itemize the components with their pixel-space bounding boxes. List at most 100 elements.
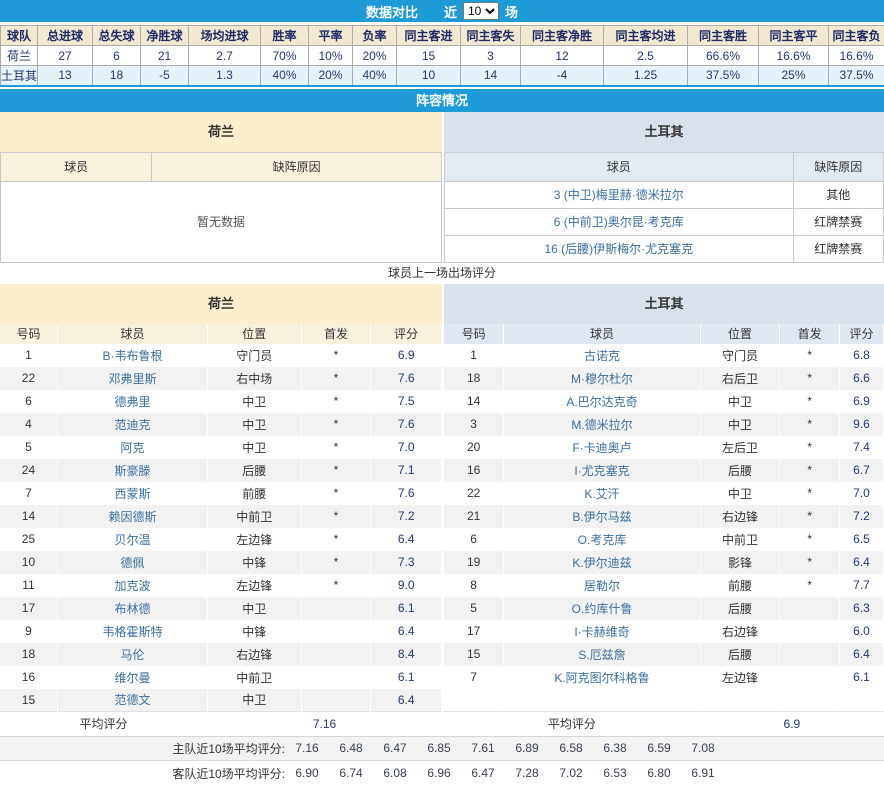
player-position: 右后卫 <box>700 367 780 390</box>
player-position: 中卫 <box>700 482 780 505</box>
player-rating-row: 6 德弗里 中卫 * 7.5 <box>0 390 442 413</box>
stats-column-header: 胜率 <box>261 26 309 46</box>
player-name[interactable]: K.伊尔迪兹 <box>504 551 700 574</box>
player-name[interactable]: 居勒尔 <box>504 574 700 597</box>
player-rating-row: 9 韦格霍斯特 中锋 6.4 <box>0 620 442 643</box>
absent-player-row: 6 (中前卫)奥尔昆·考克库 红牌禁赛 <box>445 208 884 235</box>
player-name[interactable]: B.伊尔马兹 <box>504 505 700 528</box>
player-number: 14 <box>444 390 504 413</box>
player-name[interactable]: 维尔曼 <box>57 666 207 689</box>
player-score: 7.2 <box>840 505 884 528</box>
player-number: 6 <box>0 390 57 413</box>
player-position: 中卫 <box>700 390 780 413</box>
stats-value: 37.5% <box>829 66 884 86</box>
lineup-away-panel: 土耳其 球员 缺阵原因 3 (中卫)梅里赫·德米拉尔 其他 6 (中前 <box>442 112 884 263</box>
player-number: 22 <box>0 367 57 390</box>
player-number: 1 <box>444 344 504 367</box>
player-score: 7.1 <box>371 459 442 482</box>
player-name[interactable]: 斯豪滕 <box>57 459 207 482</box>
player-rating-row: 22 邓弗里斯 右中场 * 7.6 <box>0 367 442 390</box>
starter-mark: * <box>780 367 840 390</box>
stats-value: 13 <box>38 66 93 86</box>
player-score: 6.5 <box>840 528 884 551</box>
player-name[interactable]: I·卡赫维奇 <box>504 620 700 643</box>
player-name[interactable]: O.考克库 <box>504 528 700 551</box>
lineup-away-table: 球员 缺阵原因 3 (中卫)梅里赫·德米拉尔 其他 6 (中前卫)奥尔昆·考克库… <box>444 152 884 263</box>
player-name[interactable]: M·穆尔杜尔 <box>504 367 700 390</box>
avg-score-value: 6.08 <box>373 766 417 780</box>
table-row: 暂无数据 <box>1 181 442 262</box>
player-name[interactable]: B·韦布鲁根 <box>57 344 207 367</box>
player-rating-row: 18 M·穆尔杜尔 右后卫 * 6.6 <box>444 367 884 390</box>
stats-column-header: 同主客平 <box>759 26 829 46</box>
player-name[interactable]: S.厄兹詹 <box>504 643 700 666</box>
player-name[interactable]: A.巴尔达克奇 <box>504 390 700 413</box>
away-recent-avg-values: 6.906.746.086.966.477.287.026.536.806.91 <box>285 766 725 780</box>
player-score: 6.9 <box>371 344 442 367</box>
ratings-section-title: 球员上一场出场评分 <box>0 263 884 284</box>
player-name[interactable]: 德佩 <box>57 551 207 574</box>
player-column-header: 球员 <box>1 152 152 181</box>
player-name[interactable]: 贝尔温 <box>57 528 207 551</box>
avg-score-value: 7.08 <box>681 741 725 755</box>
ratings-home-team-header: 荷兰 <box>0 284 442 324</box>
player-name[interactable]: 布林德 <box>57 597 207 620</box>
player-name[interactable]: 德弗里 <box>57 390 207 413</box>
player-rating-row: 17 I·卡赫维奇 右边锋 6.0 <box>444 620 884 643</box>
player-name[interactable]: K.阿克图尔科格鲁 <box>504 666 700 689</box>
player-name[interactable]: I·尤克塞克 <box>504 459 700 482</box>
player-name[interactable]: K.艾汗 <box>504 482 700 505</box>
player-name[interactable]: 马伦 <box>57 643 207 666</box>
player-name[interactable]: 赖因德斯 <box>57 505 207 528</box>
player-number: 4 <box>0 413 57 436</box>
player-name[interactable]: 西蒙斯 <box>57 482 207 505</box>
starter-mark: * <box>780 344 840 367</box>
player-number: 25 <box>0 528 57 551</box>
player-name[interactable]: M.德米拉尔 <box>504 413 700 436</box>
starter-mark: * <box>301 505 371 528</box>
player-position: 后腰 <box>700 459 780 482</box>
player-name[interactable]: 韦格霍斯特 <box>57 620 207 643</box>
player-name[interactable]: 加克波 <box>57 574 207 597</box>
absent-player-name[interactable]: 3 (中卫)梅里赫·德米拉尔 <box>445 181 794 208</box>
ratings-column-header: 首发 <box>301 324 371 344</box>
player-name[interactable]: O.约库什鲁 <box>504 597 700 620</box>
absence-reason: 红牌禁赛 <box>793 208 883 235</box>
ratings-column-header: 球员 <box>57 324 207 344</box>
player-score: 9.6 <box>840 413 884 436</box>
starter-mark <box>301 643 371 666</box>
player-rating-row: 16 I·尤克塞克 后腰 * 6.7 <box>444 459 884 482</box>
lineup-away-team-header: 土耳其 <box>444 112 884 152</box>
ratings-column-header: 评分 <box>840 324 884 344</box>
player-score: 7.4 <box>840 436 884 459</box>
stats-row-away: 土耳其 1318-51.340%20%40%1014-41.2537.5%25%… <box>1 66 884 86</box>
player-name[interactable] <box>504 689 700 712</box>
matches-count-select[interactable]: 10 <box>463 2 499 20</box>
absent-player-name[interactable]: 6 (中前卫)奥尔昆·考克库 <box>445 208 794 235</box>
player-name[interactable]: 古诺克 <box>504 344 700 367</box>
player-position: 中锋 <box>208 551 302 574</box>
player-name[interactable]: 范迪克 <box>57 413 207 436</box>
avg-score-value: 6.89 <box>505 741 549 755</box>
ratings-away-panel: 土耳其 号码球员位置首发评分 1 古诺克 守门员 * 6.8 <box>442 284 884 736</box>
player-position: 守门员 <box>208 344 302 367</box>
stats-value: 20% <box>353 46 397 66</box>
stats-value: 70% <box>261 46 309 66</box>
player-rating-row: 18 马伦 右边锋 8.4 <box>0 643 442 666</box>
player-name[interactable]: F·卡迪奥卢 <box>504 436 700 459</box>
player-name[interactable]: 范德文 <box>57 689 207 712</box>
player-name[interactable]: 阿克 <box>57 436 207 459</box>
absence-reason: 红牌禁赛 <box>793 235 883 262</box>
starter-mark: * <box>780 551 840 574</box>
starter-mark: * <box>780 482 840 505</box>
stats-column-header: 同主客净胜 <box>521 26 604 46</box>
stats-column-header: 同主客均进 <box>604 26 688 46</box>
player-position: 左边锋 <box>208 574 302 597</box>
starter-mark: * <box>780 413 840 436</box>
player-score: 6.3 <box>840 597 884 620</box>
absent-player-name[interactable]: 16 (后腰)伊斯梅尔·尤克塞克 <box>445 235 794 262</box>
player-position: 右边锋 <box>208 643 302 666</box>
player-number: 7 <box>0 482 57 505</box>
player-name[interactable]: 邓弗里斯 <box>57 367 207 390</box>
starter-mark: * <box>301 344 371 367</box>
